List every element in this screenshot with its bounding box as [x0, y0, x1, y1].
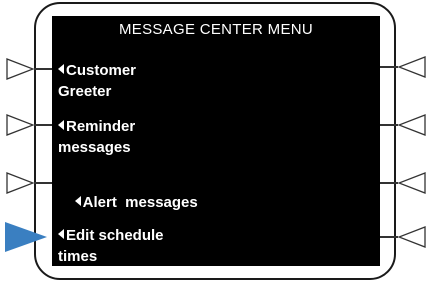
- menu-item-label: Reminder: [66, 118, 136, 135]
- menu-item-label-line2: times: [58, 248, 98, 265]
- menu-item-label: Alert messages: [82, 194, 198, 211]
- right-softkey-3[interactable]: [398, 172, 426, 194]
- left-softkey-4-selected[interactable]: [4, 221, 48, 253]
- caret-left-icon: [58, 120, 64, 130]
- menu-item-edit-schedule-times[interactable]: Edit schedule times: [58, 225, 164, 267]
- menu-item-label: Edit schedule: [66, 227, 164, 244]
- triangle-left-icon: [398, 114, 426, 136]
- menu-title: MESSAGE CENTER MENU: [118, 21, 314, 38]
- lcd-screen: MESSAGE CENTER MENU Customer Greeter Rem…: [52, 16, 380, 266]
- leader-line: [380, 236, 398, 238]
- menu-item-reminder-messages[interactable]: Reminder messages: [58, 116, 135, 158]
- leader-line: [380, 124, 398, 126]
- leader-line: [34, 124, 52, 126]
- menu-item-customer-greeter[interactable]: Customer Greeter: [58, 60, 136, 102]
- triangle-right-icon: [6, 114, 34, 136]
- triangle-left-icon: [398, 56, 426, 78]
- menu-item-label-line2: Greeter: [58, 83, 112, 100]
- triangle-right-icon: [6, 58, 34, 80]
- left-softkey-3[interactable]: [6, 172, 34, 194]
- leader-line: [34, 182, 52, 184]
- caret-left-icon: [58, 64, 64, 74]
- leader-line: [380, 66, 398, 68]
- caret-left-icon: [58, 229, 64, 239]
- triangle-right-icon: [6, 172, 34, 194]
- right-softkey-2[interactable]: [398, 114, 426, 136]
- leader-line: [34, 68, 52, 70]
- triangle-left-icon: [398, 172, 426, 194]
- triangle-right-icon: [5, 222, 47, 252]
- triangle-left-icon: [398, 226, 426, 248]
- menu-item-label-line2: messages: [58, 139, 131, 156]
- right-softkey-1[interactable]: [398, 56, 426, 78]
- right-softkey-4[interactable]: [398, 226, 426, 248]
- leader-line: [380, 182, 398, 184]
- caret-left-icon: [74, 196, 81, 206]
- left-softkey-1[interactable]: [6, 58, 34, 80]
- left-softkey-2[interactable]: [6, 114, 34, 136]
- menu-item-label: Customer: [66, 62, 137, 79]
